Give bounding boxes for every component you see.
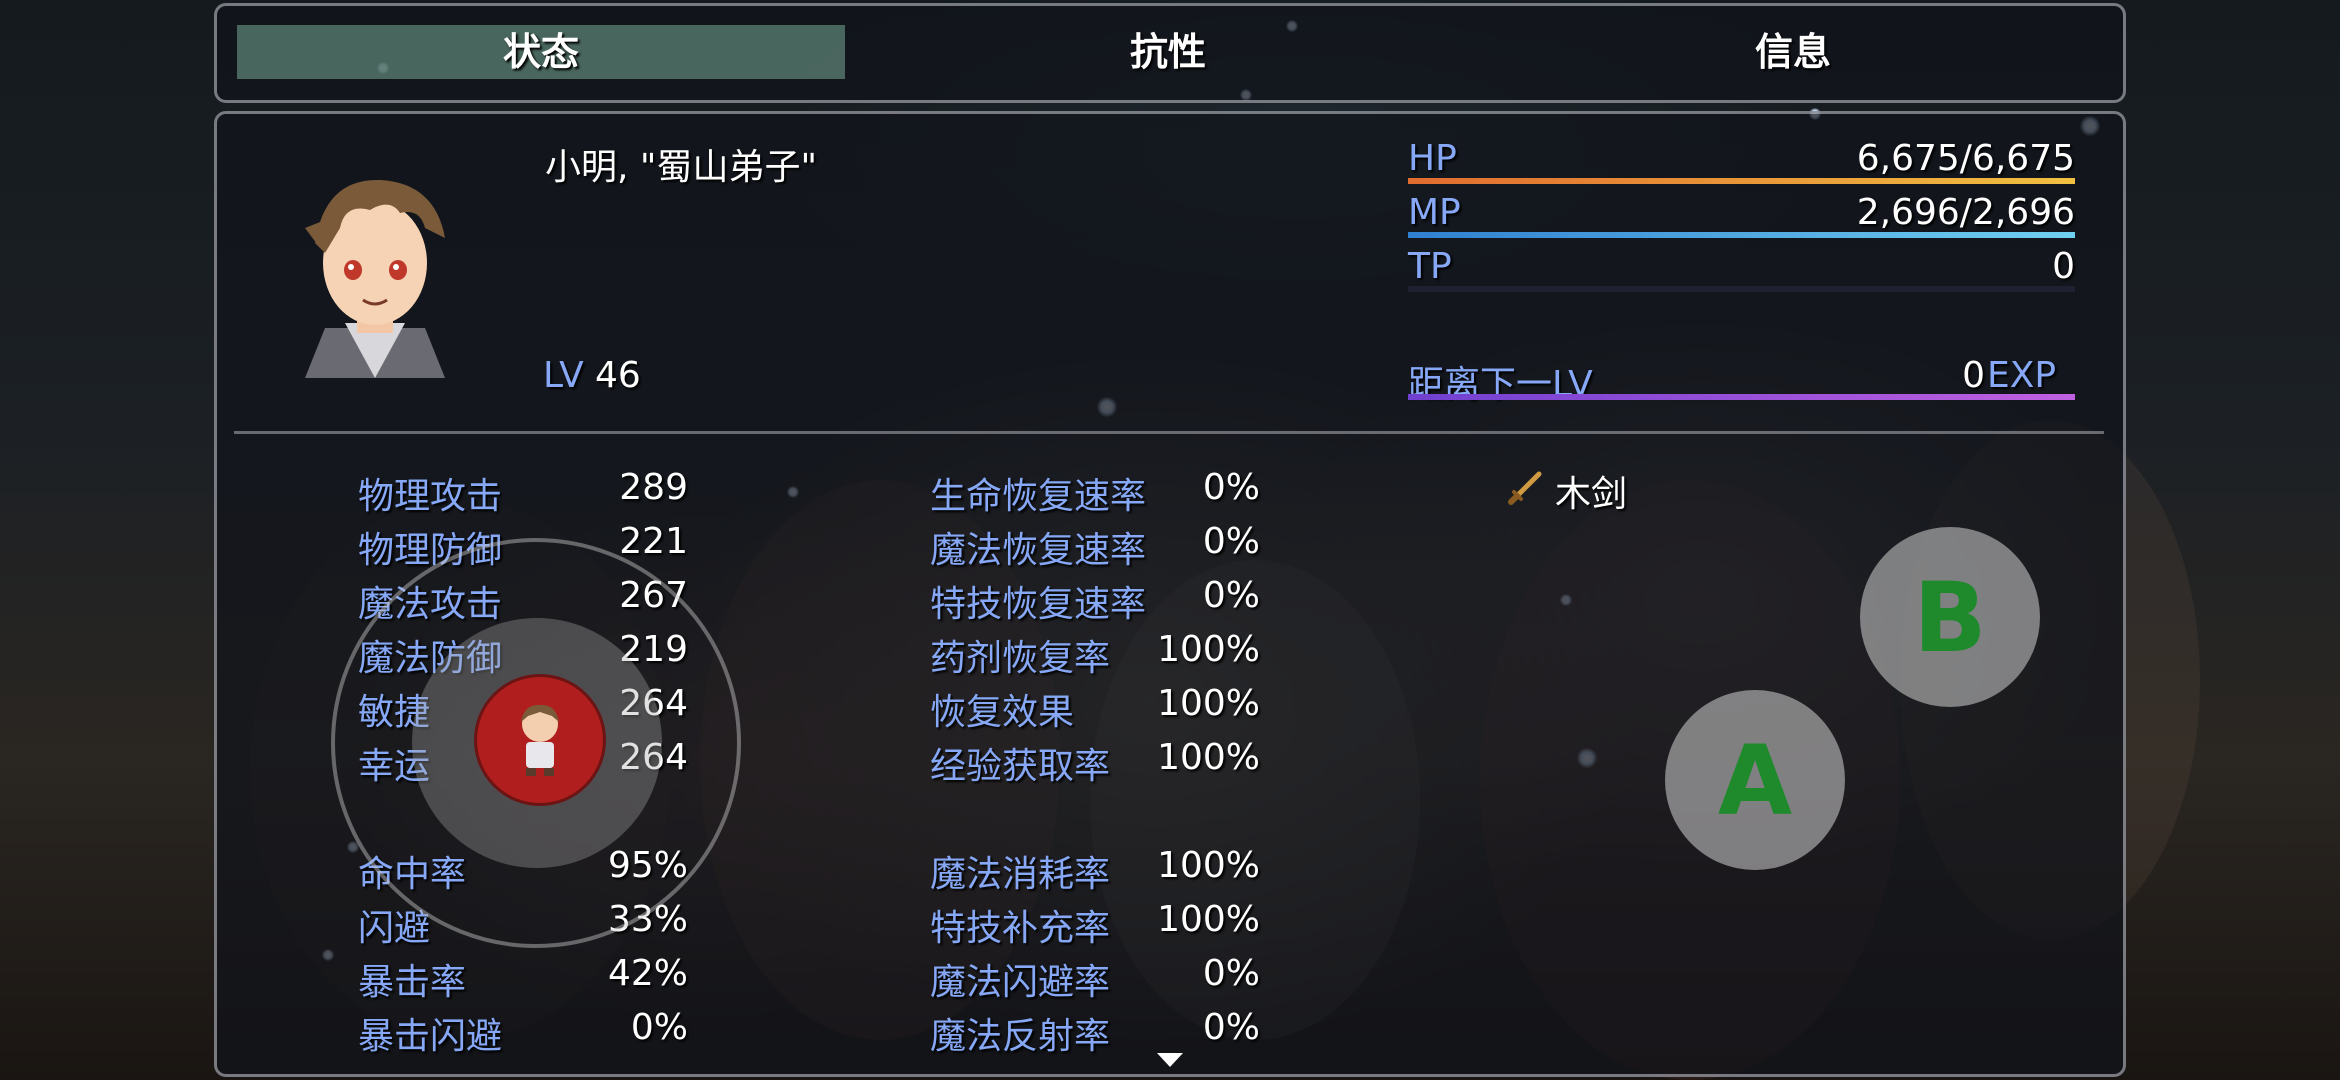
level-label: LV bbox=[543, 355, 584, 396]
sparam-label: 魔法反射率 bbox=[930, 1016, 1111, 1057]
a-button-label: A bbox=[1717, 725, 1793, 837]
sparam-value: 0% bbox=[1202, 467, 1260, 508]
tab-resistance[interactable]: 抗性 bbox=[868, 25, 1468, 79]
hp-gauge bbox=[1408, 178, 2075, 184]
sparam-value: 100% bbox=[1157, 683, 1260, 724]
param-label: 物理攻击 bbox=[358, 476, 503, 517]
tp-label: TP bbox=[1408, 246, 1452, 287]
sparam-label: 生命恢复速率 bbox=[930, 476, 1147, 517]
sparam-value: 0% bbox=[1202, 575, 1260, 616]
mp-value: 2,696/2,696 bbox=[1856, 192, 2075, 233]
param-value: 289 bbox=[619, 467, 688, 508]
sparam-value: 0% bbox=[1202, 521, 1260, 562]
level-value: 46 bbox=[595, 355, 641, 396]
sparam-label: 特技补充率 bbox=[930, 908, 1111, 949]
exp-unit-label: EXP bbox=[1987, 355, 2057, 396]
hp-label: HP bbox=[1408, 138, 1457, 179]
actor-name-title: 小明, "蜀山弟子" bbox=[545, 147, 818, 188]
mp-gauge bbox=[1408, 232, 2075, 238]
exp-gauge bbox=[1408, 394, 2075, 400]
hp-value: 6,675/6,675 bbox=[1856, 138, 2075, 179]
next-level-exp: 0 bbox=[1962, 355, 1985, 396]
tp-value: 0 bbox=[2052, 246, 2075, 287]
status-divider bbox=[234, 431, 2104, 434]
sparam-label: 恢复效果 bbox=[930, 692, 1075, 733]
mp-label: MP bbox=[1408, 192, 1461, 233]
sparam-label: 魔法恢复速率 bbox=[930, 530, 1147, 571]
sparam-label: 魔法闪避率 bbox=[930, 962, 1111, 1003]
tp-gauge-track bbox=[1408, 286, 2075, 292]
sparam-value: 100% bbox=[1157, 629, 1260, 670]
xparam-label: 暴击率 bbox=[358, 962, 467, 1003]
sword-icon bbox=[1508, 471, 1542, 505]
actor-face-portrait bbox=[305, 179, 445, 378]
sparam-label: 特技恢复速率 bbox=[930, 584, 1147, 625]
sparam-value: 100% bbox=[1157, 899, 1260, 940]
tab-info[interactable]: 信息 bbox=[1493, 25, 2093, 79]
sparam-value: 0% bbox=[1202, 1007, 1260, 1048]
xparam-value: 42% bbox=[607, 953, 688, 994]
sparam-value: 0% bbox=[1202, 953, 1260, 994]
tab-status[interactable]: 状态 bbox=[237, 25, 845, 79]
sparam-label: 魔法消耗率 bbox=[930, 854, 1111, 895]
sparam-label: 药剂恢复率 bbox=[930, 638, 1111, 679]
character-sprite-icon bbox=[521, 704, 559, 776]
sparam-label: 经验获取率 bbox=[930, 746, 1111, 787]
sparam-value: 100% bbox=[1157, 737, 1260, 778]
equipment-name: 木剑 bbox=[1555, 474, 1628, 515]
xparam-value: 0% bbox=[630, 1007, 688, 1048]
xparam-label: 暴击闪避 bbox=[358, 1016, 503, 1057]
scroll-down-arrow-icon[interactable] bbox=[1157, 1053, 1183, 1069]
b-button-label: B bbox=[1913, 562, 1987, 674]
sparam-value: 100% bbox=[1157, 845, 1260, 886]
